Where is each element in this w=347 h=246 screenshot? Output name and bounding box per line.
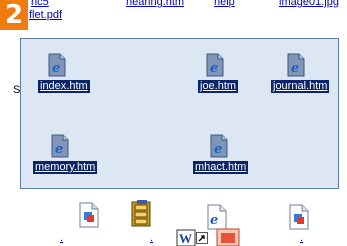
svg-text:e: e [55,142,63,157]
svg-text:e: e [291,61,299,76]
file-label[interactable]: mhact.htm [193,161,249,174]
svg-text:e: e [214,142,222,157]
file-label[interactable]: journal.htm [271,80,330,93]
file-label[interactable]: joe.htm [198,80,239,93]
ie-document-icon: e [51,134,69,158]
file-label-nearing[interactable]: nearing.htm [126,0,184,8]
ie-document-icon: e [48,53,66,77]
ie-document-icon: e [206,53,224,77]
step-number-badge: 2 [0,0,28,30]
image-document-icon[interactable] [78,202,100,228]
ie-document-icon: e [287,53,305,77]
archive-cabinet-icon[interactable] [128,200,156,230]
svg-text:e: e [210,61,218,76]
file-label[interactable]: memory.htm [33,161,98,174]
file-label-image01[interactable]: image01.jpg [279,0,339,8]
svg-text:e: e [210,213,218,228]
file-label[interactable]: index.htm [38,80,90,93]
file-label-help[interactable]: help [214,0,235,8]
partial-label[interactable]: . [150,232,153,244]
bottom-partial-labels: . . . [0,232,347,246]
file-label-nc5[interactable]: nc5 [31,0,49,8]
ie-document-icon[interactable]: e [206,204,228,230]
svg-text:e: e [52,61,60,76]
partial-label[interactable]: . [60,232,63,244]
image-document-icon[interactable] [288,204,310,230]
file-label-leaflet[interactable]: flet.pdf [29,9,62,21]
ie-document-icon: e [210,134,228,158]
partial-label[interactable]: . [300,232,303,244]
